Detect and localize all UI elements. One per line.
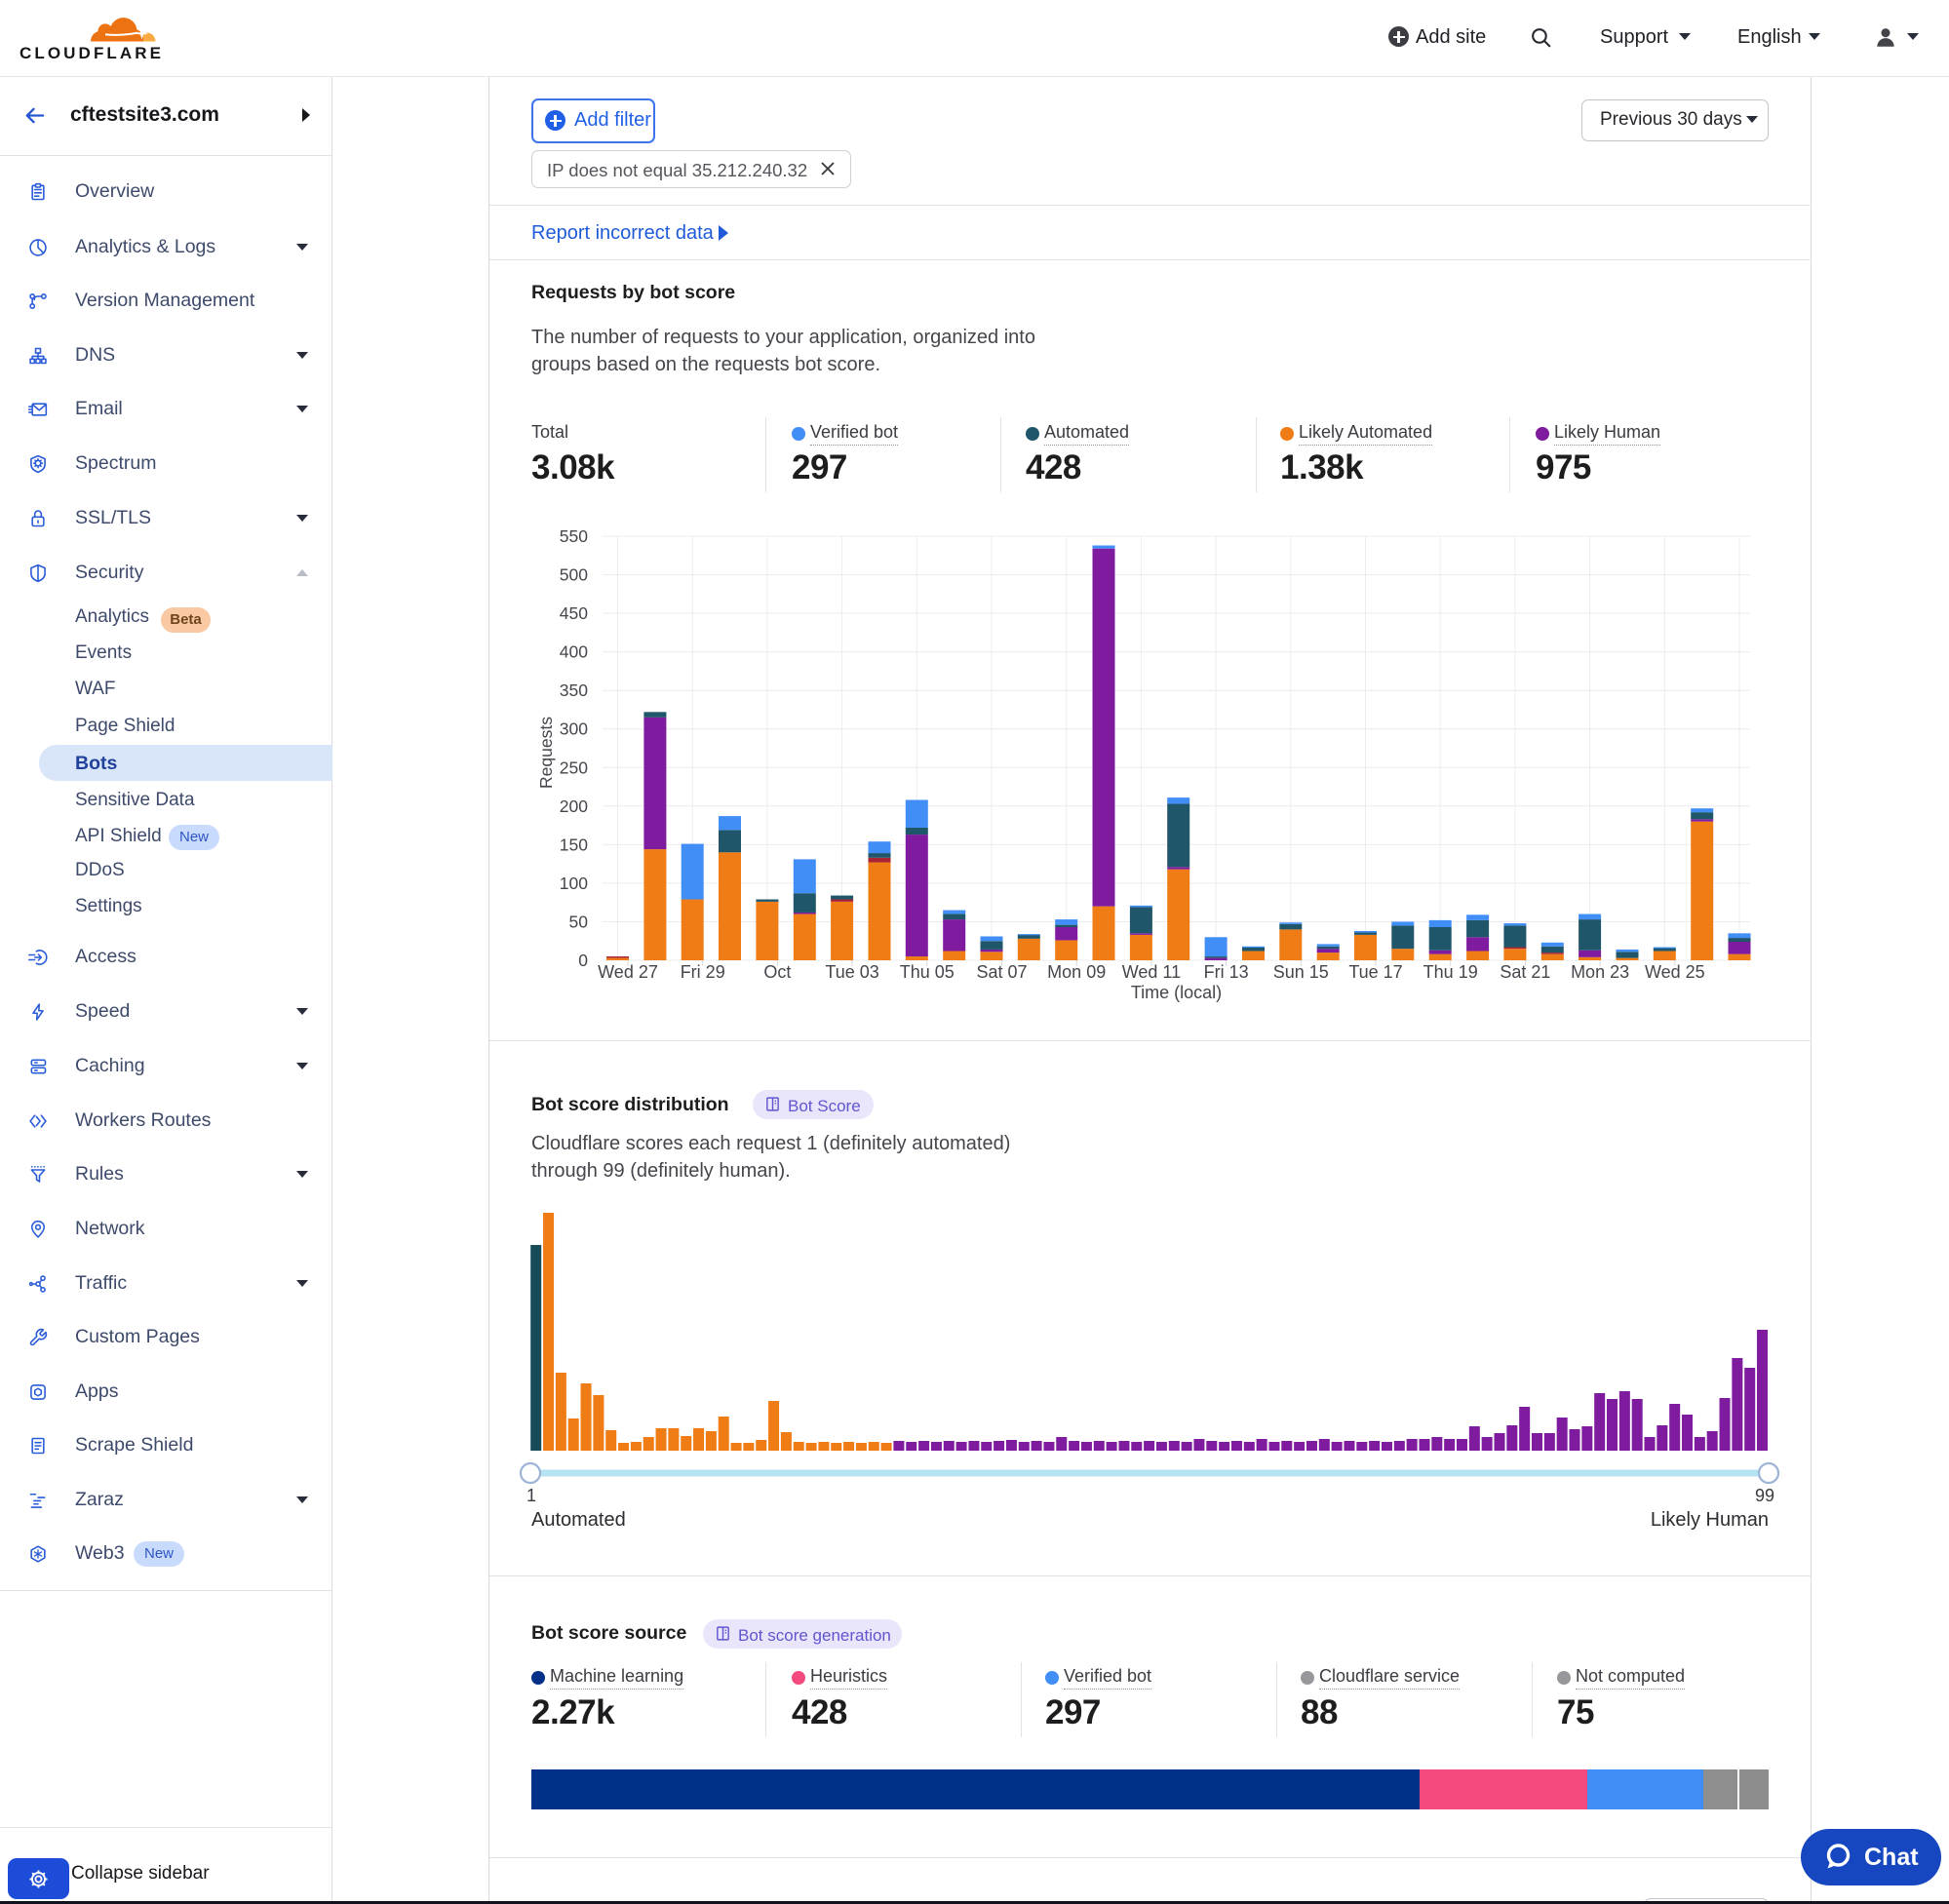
svg-text:250: 250 — [560, 758, 588, 777]
svg-text:Fri 29: Fri 29 — [681, 962, 725, 982]
svg-text:Wed 25: Wed 25 — [1645, 962, 1705, 982]
svg-text:Tue 17: Tue 17 — [1348, 962, 1402, 982]
svg-text:0: 0 — [578, 951, 588, 970]
svg-text:Mon 23: Mon 23 — [1571, 962, 1629, 982]
svg-text:Sat 21: Sat 21 — [1500, 962, 1550, 982]
svg-text:350: 350 — [560, 680, 588, 700]
svg-text:Sun 15: Sun 15 — [1273, 962, 1329, 982]
svg-text:Mon 09: Mon 09 — [1047, 962, 1106, 982]
svg-text:1: 1 — [526, 1486, 536, 1505]
svg-text:450: 450 — [560, 603, 588, 623]
svg-text:300: 300 — [560, 719, 588, 739]
svg-text:500: 500 — [560, 565, 588, 585]
svg-text:150: 150 — [560, 835, 588, 854]
svg-text:Wed 11: Wed 11 — [1122, 962, 1181, 982]
svg-text:200: 200 — [560, 797, 588, 816]
svg-text:Wed 27: Wed 27 — [598, 962, 658, 982]
svg-text:Oct: Oct — [763, 962, 791, 982]
svg-text:550: 550 — [560, 526, 588, 546]
svg-text:Tue 03: Tue 03 — [825, 962, 878, 982]
svg-text:Requests: Requests — [536, 717, 556, 789]
svg-text:Sat 07: Sat 07 — [976, 962, 1027, 982]
svg-text:99: 99 — [1755, 1486, 1774, 1505]
svg-text:Thu 05: Thu 05 — [900, 962, 955, 982]
svg-text:Thu 19: Thu 19 — [1423, 962, 1478, 982]
svg-text:400: 400 — [560, 642, 588, 662]
svg-text:Fri 13: Fri 13 — [1204, 962, 1249, 982]
svg-text:50: 50 — [569, 913, 589, 932]
svg-text:100: 100 — [560, 874, 588, 893]
svg-text:Time (local): Time (local) — [1131, 983, 1222, 1002]
